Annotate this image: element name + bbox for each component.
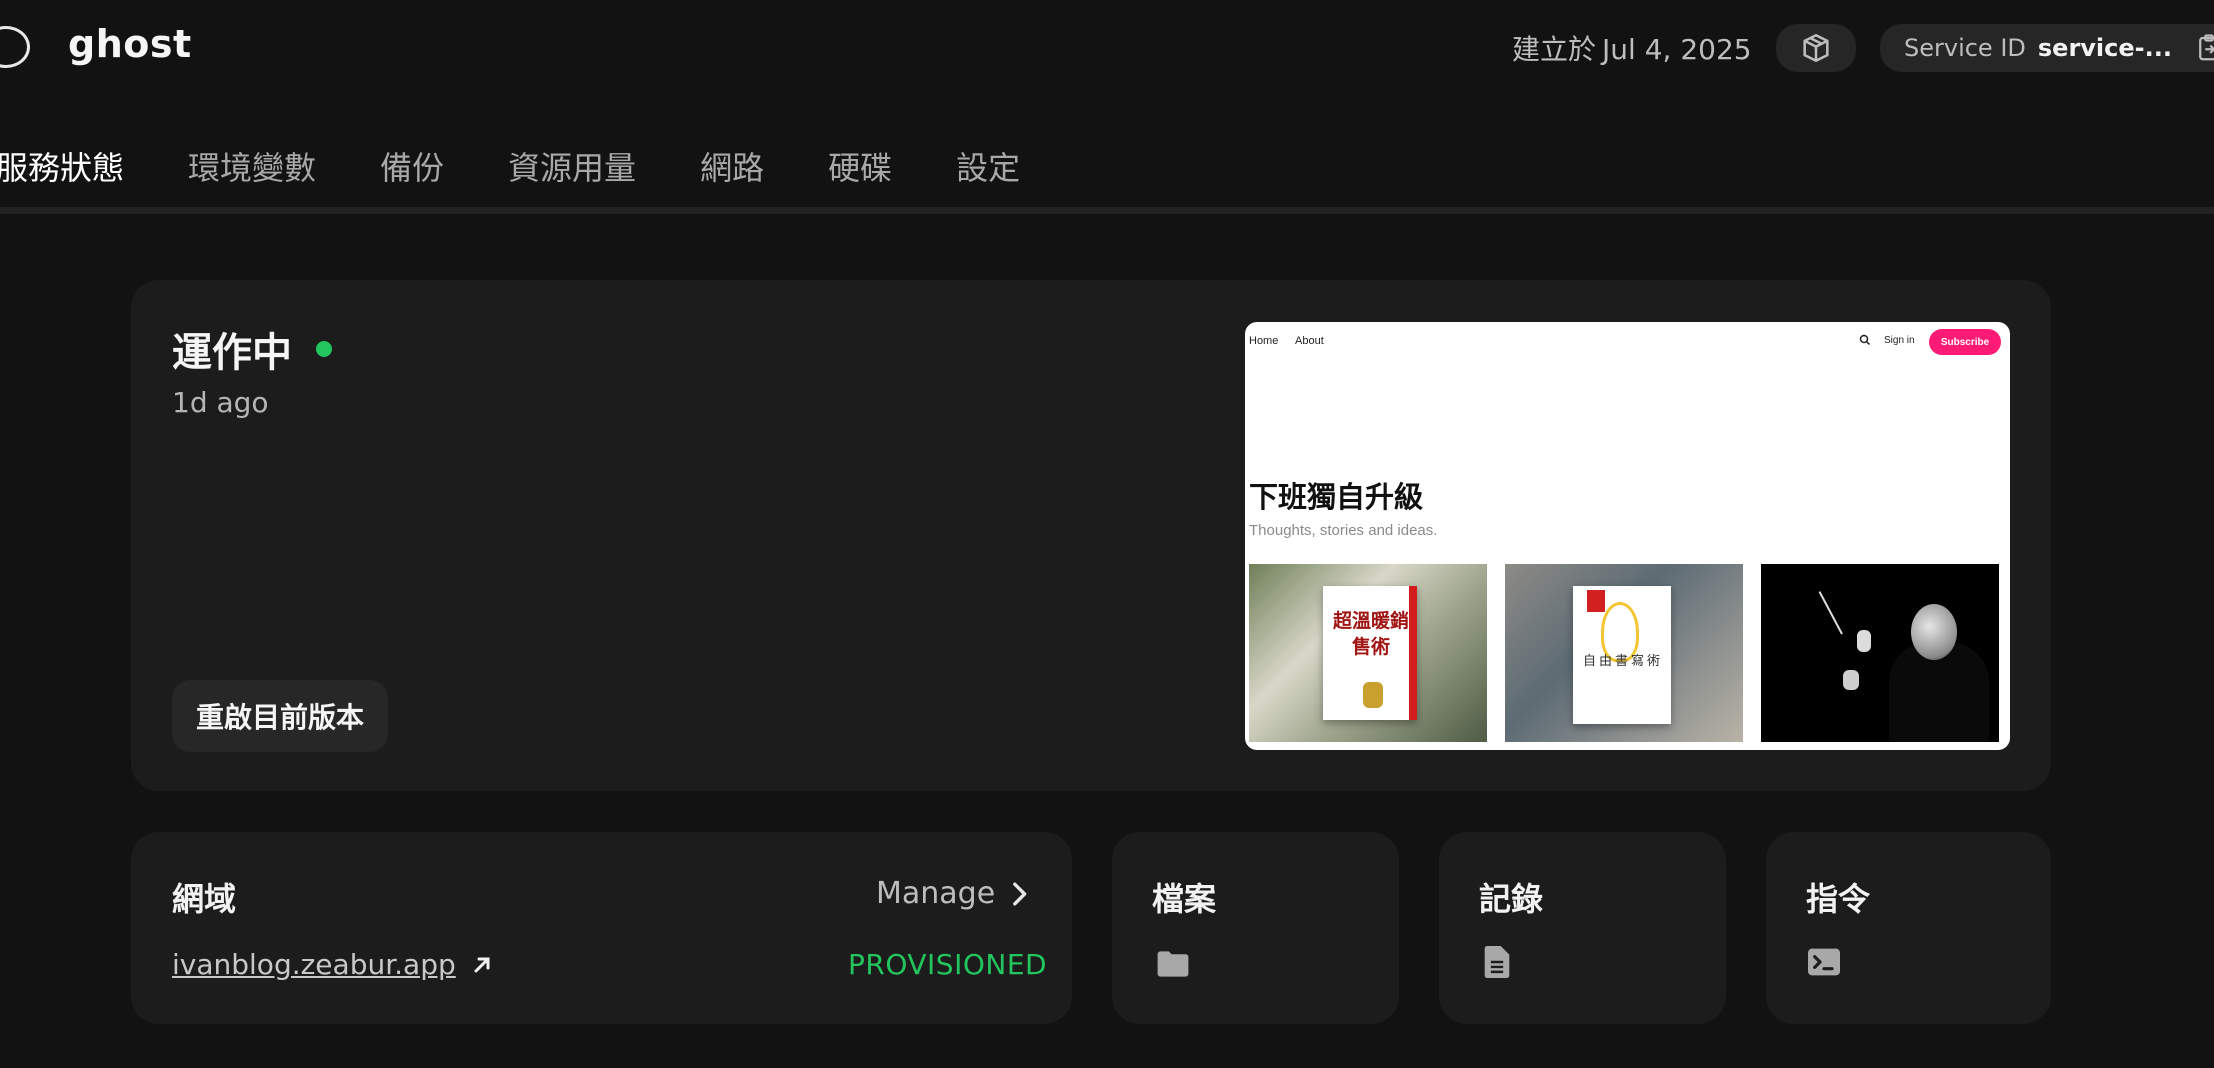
preview-nav-home: Home [1249, 335, 1279, 347]
created-prefix: 建立於 [1512, 33, 1597, 66]
chevron-right-icon [1009, 880, 1029, 908]
tab-disk[interactable]: 硬碟 [828, 138, 892, 198]
clipboard-icon[interactable] [2194, 33, 2214, 63]
service-id-label: Service ID [1904, 34, 2026, 62]
preview-site-title: 下班獨自升級 [1249, 480, 1424, 514]
tab-environment-variables[interactable]: 環境變數 [188, 138, 316, 198]
domain-card [131, 832, 1072, 1024]
book-title: 超溫暖銷售術 [1333, 610, 1410, 658]
domain-url: ivanblog.zeabur.app [172, 948, 456, 981]
status-time-ago: 1d ago [172, 386, 269, 419]
app-logo-icon [0, 26, 30, 68]
preview-tagline: Thoughts, stories and ideas. [1249, 522, 1438, 539]
preview-signin: Sign in [1884, 335, 1915, 346]
manage-domain-link[interactable]: Manage [876, 876, 1029, 911]
app-name: ghost [68, 22, 192, 66]
book-cover: 自由書寫術 [1573, 586, 1671, 724]
status-label: 運作中 [172, 330, 292, 376]
logs-card-title: 記錄 [1479, 880, 1544, 918]
logs-card[interactable] [1439, 832, 1726, 1024]
book-title: 自由書寫術 [1583, 654, 1664, 669]
book-cover: 超溫暖銷售術 [1323, 586, 1417, 720]
external-link-icon [470, 953, 494, 977]
status-indicator-dot [316, 341, 332, 357]
preview-nav-about: About [1295, 335, 1324, 347]
folder-icon [1156, 950, 1190, 982]
commands-card-title: 指令 [1806, 880, 1871, 918]
status-title: 運作中 [172, 320, 332, 378]
commands-card[interactable] [1766, 832, 2051, 1024]
domain-card-title: 網域 [172, 880, 237, 918]
document-icon [1484, 946, 1510, 982]
preview-post-image: 自由書寫術 [1505, 564, 1743, 742]
tab-network[interactable]: 網路 [700, 138, 764, 198]
files-card-title: 檔案 [1152, 880, 1217, 918]
created-date: Jul 4, 2025 [1602, 33, 1752, 66]
domain-url-link[interactable]: ivanblog.zeabur.app [172, 948, 494, 981]
preview-post-image: 超溫暖銷售術 [1249, 564, 1487, 742]
template-button[interactable] [1776, 24, 1856, 72]
service-id-pill[interactable]: Service ID service-... [1880, 24, 2214, 72]
terminal-icon [1808, 948, 1840, 980]
domain-status-badge: PROVISIONED [848, 948, 1048, 981]
preview-subscribe-button: Subscribe [1929, 329, 2001, 355]
tab-service-status[interactable]: 服務狀態 [0, 138, 124, 198]
created-date-label: 建立於 Jul 4, 2025 [1512, 28, 1752, 68]
files-card[interactable] [1112, 832, 1399, 1024]
tab-bar: 服務狀態 環境變數 備份 資源用量 網路 硬碟 設定 [0, 138, 1084, 198]
preview-nav: Home About Sign in Subscribe [1245, 328, 2010, 355]
tab-backup[interactable]: 備份 [380, 138, 444, 198]
cube-icon [1799, 31, 1833, 65]
service-id-value: service-... [2037, 34, 2172, 62]
manage-label: Manage [876, 876, 996, 911]
tab-resource-usage[interactable]: 資源用量 [508, 138, 636, 198]
tab-settings[interactable]: 設定 [956, 138, 1020, 198]
website-preview[interactable]: Home About Sign in Subscribe 下班獨自升級 Thou… [1245, 322, 2010, 750]
restart-current-version-button[interactable]: 重啟目前版本 [172, 680, 388, 752]
preview-search-icon [1859, 334, 1871, 349]
tab-divider [0, 207, 2214, 214]
preview-post-image [1761, 564, 1999, 742]
